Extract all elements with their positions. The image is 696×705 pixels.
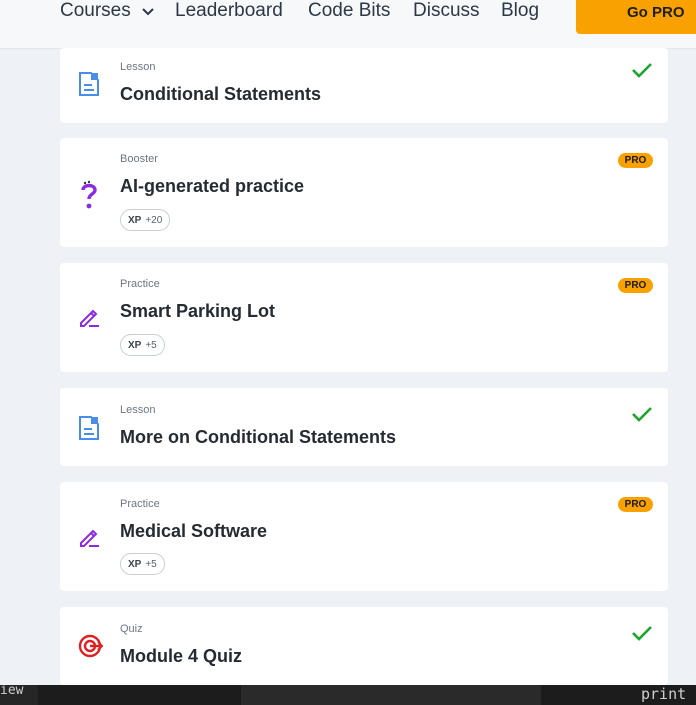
card-type: Lesson [120,61,156,73]
card-title: Smart Parking Lot [120,301,276,321]
card-title: AI-generated practice [120,176,305,196]
xp-badge: XP +5 [120,334,165,356]
bottom-panel: iew print [0,685,696,705]
xp-label: XP [128,214,142,226]
lesson-document-icon [78,415,100,446]
nav-leaderboard[interactable]: Leaderboard [175,0,283,25]
lesson-card[interactable]: Lesson More on Conditional Statements [60,388,668,466]
xp-value: +5 [145,558,157,570]
pencil-icon [78,525,102,554]
card-title: Medical Software [120,521,268,541]
lesson-document-icon [78,71,100,102]
xp-value: +20 [145,214,163,226]
bottom-middle-panel [241,685,541,705]
card-type: Lesson [120,404,156,416]
card-title: Module 4 Quiz [120,646,243,666]
nav-blog[interactable]: Blog [501,0,539,25]
check-icon [632,406,652,427]
pro-badge: PRO [618,278,653,293]
nav-courses[interactable]: Courses [60,0,154,25]
card-type: Practice [120,278,160,290]
xp-value: +5 [145,339,157,351]
card-type: Booster [120,153,158,165]
pro-badge: PRO [618,153,653,168]
card-type: Quiz [120,623,143,635]
practice-card[interactable]: Practice Medical Software XP +5 PRO [60,482,668,591]
xp-badge: XP +5 [120,553,165,575]
nav-courses-label: Courses [60,0,131,22]
card-title: Conditional Statements [120,84,322,104]
card-title: More on Conditional Statements [120,427,397,447]
check-icon [632,62,652,83]
xp-badge: XP +20 [120,209,171,231]
nav-code-bits[interactable]: Code Bits [308,0,390,25]
card-type: Practice [120,498,160,510]
xp-label: XP [128,558,142,570]
practice-card[interactable]: Practice Smart Parking Lot XP +5 PRO [60,263,668,372]
question-mark-icon [78,178,100,215]
top-navigation: Courses Leaderboard Code Bits Discuss Bl… [0,0,696,49]
check-icon [632,625,652,646]
pro-badge: PRO [618,497,653,512]
go-pro-button[interactable]: Go PRO [576,0,696,34]
chevron-down-icon [142,0,154,25]
bottom-right-text: print [641,685,687,703]
bottom-left-text: iew [0,685,38,705]
xp-label: XP [128,339,142,351]
booster-card[interactable]: Booster AI-generated practice XP +20 PRO [60,138,668,247]
lesson-card[interactable]: Lesson Conditional Statements [60,48,668,123]
nav-discuss[interactable]: Discuss [413,0,480,25]
pencil-icon [78,305,102,334]
quiz-card[interactable]: Quiz Module 4 Quiz [60,607,668,685]
target-icon [78,633,104,664]
